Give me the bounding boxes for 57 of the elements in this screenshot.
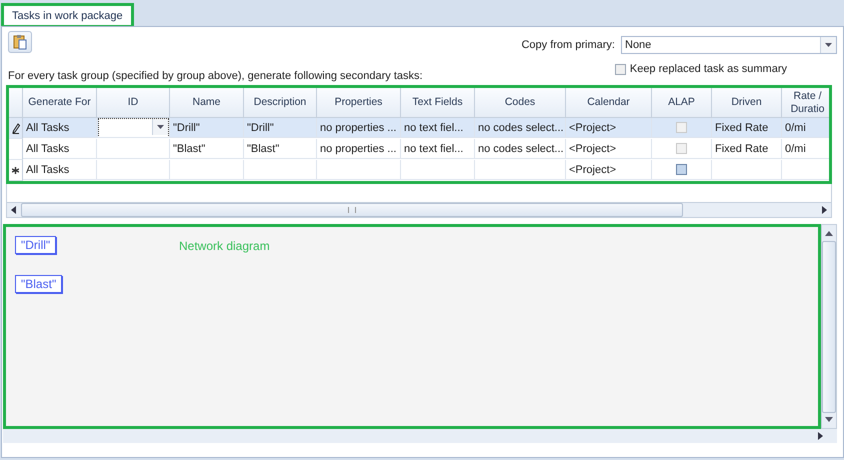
table-cell[interactable]: no codes select... — [475, 139, 566, 159]
network-diagram-label: Network diagram — [179, 239, 270, 253]
table-cell[interactable]: "Blast" — [244, 139, 317, 159]
table-cell[interactable]: Fixed Rate — [712, 118, 782, 138]
table-cell[interactable]: no properties ... — [317, 118, 401, 138]
table-cell[interactable]: All Tasks — [23, 118, 97, 138]
table-cell[interactable]: <Project> — [566, 139, 652, 159]
asterisk-icon — [12, 166, 19, 174]
scroll-up-icon[interactable] — [825, 231, 833, 236]
scroll-down-icon[interactable] — [825, 417, 833, 422]
scroll-right-icon[interactable] — [822, 206, 827, 214]
table-cell[interactable]: All Tasks — [23, 139, 97, 159]
table-cell[interactable]: no codes select... — [475, 118, 566, 138]
task-node[interactable]: "Blast" — [15, 275, 62, 293]
row-indicator[interactable] — [9, 160, 23, 181]
table-cell[interactable]: no properties ... — [317, 139, 401, 159]
horizontal-scrollbar-thumb[interactable] — [21, 203, 683, 217]
dropdown-arrow-icon — [825, 43, 832, 47]
column-header[interactable]: Rate / Duratio — [782, 88, 829, 118]
clipboard-icon — [13, 34, 27, 50]
alap-checkbox[interactable] — [676, 164, 687, 175]
column-header[interactable]: Name — [170, 88, 244, 118]
table-cell[interactable]: 0/mi — [782, 139, 829, 159]
paste-button[interactable] — [8, 31, 32, 53]
column-header[interactable]: Driven — [712, 88, 782, 118]
pencil-icon — [12, 122, 20, 134]
table-cell[interactable]: no text fiel... — [401, 118, 475, 138]
table-cell[interactable]: "Drill" — [170, 118, 244, 138]
column-header[interactable]: Codes — [475, 88, 566, 118]
copy-from-primary-dropdown[interactable]: None — [621, 36, 837, 54]
table-cell[interactable]: Fixed Rate — [712, 139, 782, 159]
table-cell[interactable]: 0/mi — [782, 118, 829, 138]
keep-summary-checkbox[interactable] — [614, 64, 626, 74]
column-header[interactable]: Description — [244, 88, 317, 118]
column-header[interactable]: Text Fields — [401, 88, 475, 118]
table-cell[interactable]: "Drill" — [244, 118, 317, 138]
instruction-text: For every task group (specified by group above), generate following secondary tasks: — [8, 70, 423, 82]
table-cell[interactable]: "Blast" — [170, 139, 244, 159]
table-cell[interactable]: <Project> — [566, 160, 652, 180]
row-indicator[interactable] — [9, 118, 23, 139]
column-header[interactable]: ID — [97, 88, 170, 118]
task-node[interactable]: "Drill" — [15, 236, 56, 254]
vertical-scrollbar-thumb[interactable] — [822, 240, 836, 412]
column-header[interactable]: ALAP — [652, 88, 712, 118]
scroll-right-icon[interactable] — [818, 432, 823, 440]
tab[interactable]: Tasks in work package — [3, 5, 132, 26]
table-cell[interactable]: no text fiel... — [401, 139, 475, 159]
table-cell[interactable]: <Project> — [566, 118, 652, 138]
scroll-left-icon[interactable] — [11, 206, 16, 214]
dropdown-arrow-icon — [157, 124, 164, 128]
table-cell[interactable]: All Tasks — [23, 160, 97, 180]
keep-summary-label: Keep replaced task as summary — [630, 63, 787, 75]
column-header[interactable]: Generate For — [23, 88, 97, 118]
column-header[interactable]: Calendar — [566, 88, 652, 118]
header-corner — [9, 88, 23, 118]
column-header[interactable]: Properties — [317, 88, 401, 118]
copy-from-primary-label: Copy from primary: — [521, 39, 615, 51]
